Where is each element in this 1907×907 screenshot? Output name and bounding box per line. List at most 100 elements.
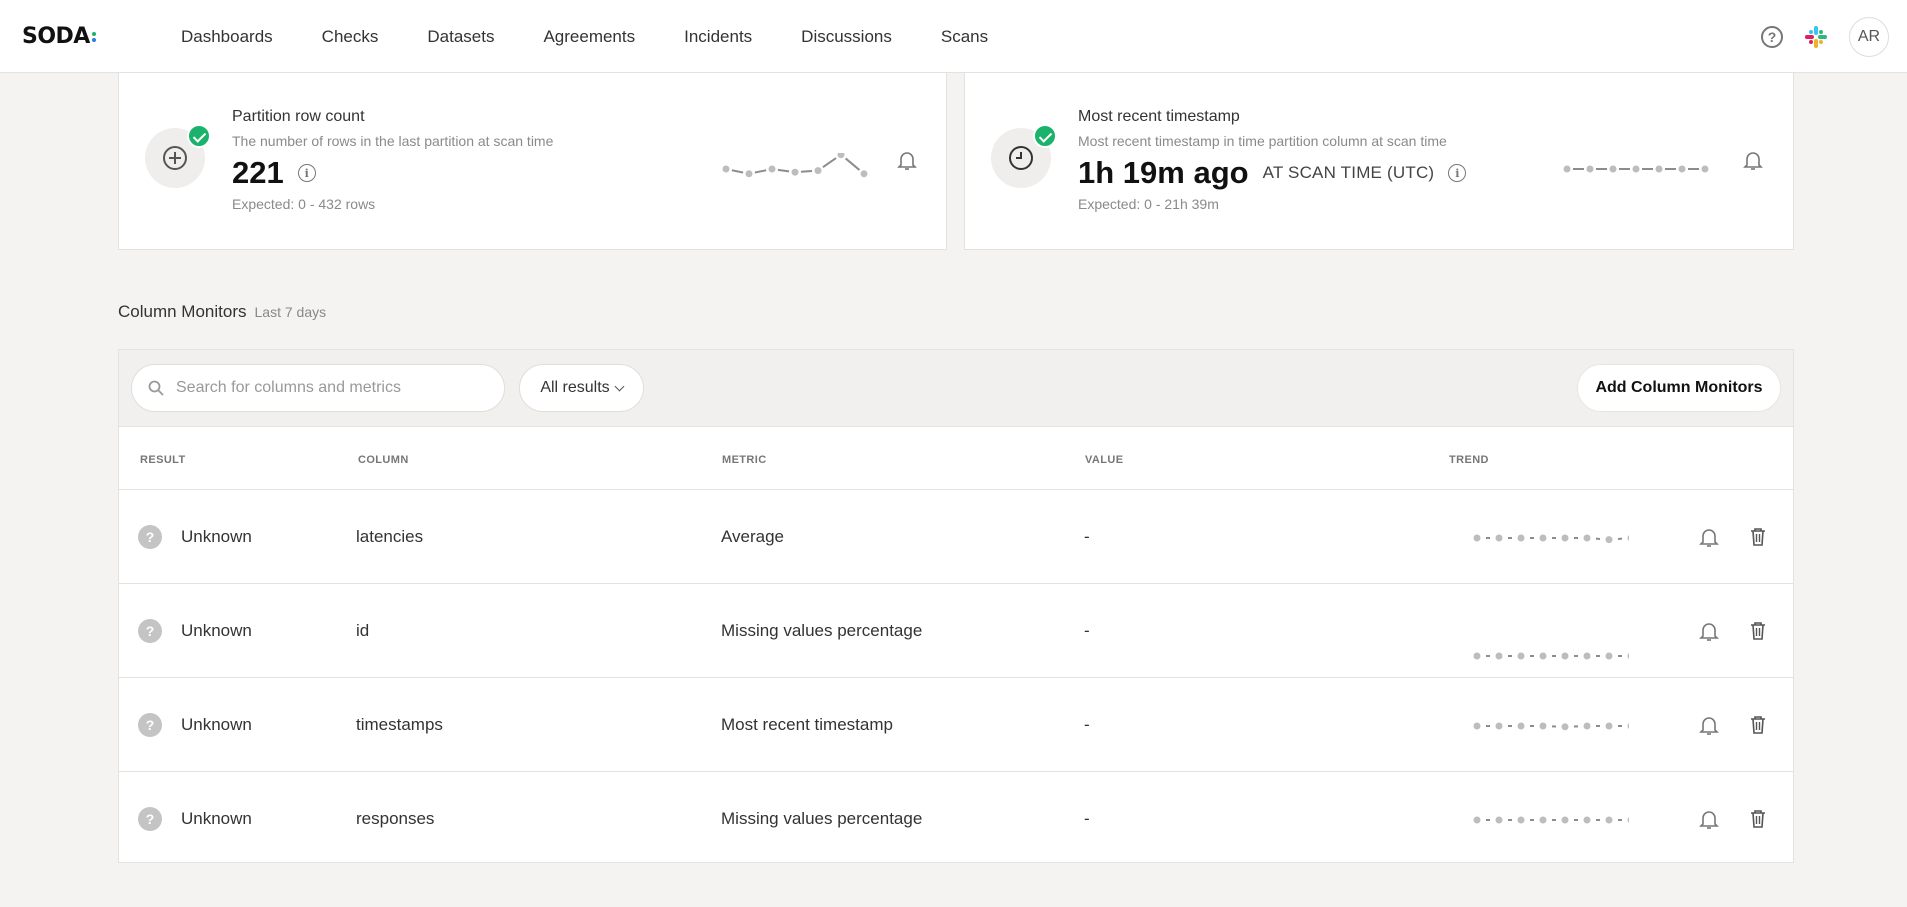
results-filter-dropdown[interactable]: All results xyxy=(519,364,644,412)
bell-icon[interactable] xyxy=(1697,525,1721,549)
trend-point xyxy=(791,168,799,176)
bell-icon[interactable] xyxy=(895,148,919,172)
trend-sparkline xyxy=(1473,722,1629,731)
nav-dashboards[interactable]: Dashboards xyxy=(181,27,273,47)
trend-point xyxy=(1517,652,1525,660)
trend-point xyxy=(1561,534,1569,542)
bell-icon[interactable] xyxy=(1697,713,1721,737)
row-result: Unknown xyxy=(181,715,252,734)
top-navigation-bar: SODA Dashboards Checks Datasets Agreemen… xyxy=(0,0,1907,73)
trend-point xyxy=(722,165,730,173)
trend-point xyxy=(1539,816,1547,824)
column-monitors-heading: Column Monitors Last 7 days xyxy=(118,302,326,322)
trend-sparkline xyxy=(1473,652,1629,660)
trend-point xyxy=(1517,722,1525,730)
search-input[interactable] xyxy=(176,379,476,397)
info-icon[interactable]: i xyxy=(297,164,316,182)
help-circle-icon[interactable]: ? xyxy=(1761,26,1783,48)
search-box[interactable] xyxy=(131,364,505,412)
main-nav: Dashboards Checks Datasets Agreements In… xyxy=(181,0,1037,73)
add-column-monitors-button[interactable]: Add Column Monitors xyxy=(1577,364,1781,412)
card-description: The number of rows in the last partition… xyxy=(232,133,554,149)
trend-point xyxy=(1583,722,1591,730)
trend-point xyxy=(1473,652,1481,660)
table-row[interactable]: ? Unknown responses Missing values percenta… xyxy=(119,772,1793,866)
trend-point xyxy=(1627,817,1629,823)
trend-point xyxy=(1495,652,1503,660)
header-metric: METRIC xyxy=(722,454,767,466)
bell-icon[interactable] xyxy=(1697,807,1721,831)
trend-segment xyxy=(754,169,767,174)
table-row[interactable]: ? Unknown latencies Average - xyxy=(119,490,1793,584)
search-icon xyxy=(148,380,164,396)
trend-point xyxy=(1605,652,1613,660)
trend-point xyxy=(1473,722,1481,730)
nav-scans[interactable]: Scans xyxy=(941,27,988,47)
nav-datasets[interactable]: Datasets xyxy=(427,27,494,47)
row-result: Unknown xyxy=(181,809,252,828)
trend-point xyxy=(1627,535,1629,541)
nav-checks[interactable]: Checks xyxy=(322,27,379,47)
nav-discussions[interactable]: Discussions xyxy=(801,27,892,47)
trend-sparkline xyxy=(1563,165,1709,173)
header-column: COLUMN xyxy=(358,454,409,466)
table-row[interactable]: ? Unknown timestamps Most recent timestamp - xyxy=(119,678,1793,772)
slack-icon[interactable] xyxy=(1805,26,1827,48)
card-value-number: 1h 19m ago xyxy=(1078,155,1249,190)
trend-point xyxy=(1583,534,1591,542)
nav-agreements[interactable]: Agreements xyxy=(543,27,635,47)
card-value: 221 i xyxy=(232,155,316,191)
unknown-status-icon: ? xyxy=(138,619,162,643)
trend-point xyxy=(1583,652,1591,660)
trend-point xyxy=(1561,723,1569,731)
trend-point xyxy=(1609,165,1617,173)
trend-point xyxy=(860,170,868,178)
status-check-icon xyxy=(187,124,211,148)
trend-point xyxy=(1561,816,1569,824)
header-actions: ? AR xyxy=(1761,17,1889,57)
trend-point xyxy=(745,170,753,178)
user-avatar[interactable]: AR xyxy=(1849,17,1889,57)
soda-logo[interactable]: SODA xyxy=(22,24,96,49)
card-title: Most recent timestamp xyxy=(1078,108,1240,125)
header-trend: TREND xyxy=(1449,454,1489,466)
row-value: - xyxy=(1084,809,1090,828)
trend-segment xyxy=(800,170,813,173)
trend-point xyxy=(1495,722,1503,730)
trend-point xyxy=(1561,652,1569,660)
row-column: latencies xyxy=(356,527,424,546)
trend-point xyxy=(837,153,845,159)
trend-point xyxy=(1583,816,1591,824)
row-value: - xyxy=(1084,527,1090,546)
trend-point xyxy=(1473,816,1481,824)
bell-icon[interactable] xyxy=(1697,619,1721,643)
info-icon[interactable]: i xyxy=(1448,164,1467,182)
trash-icon[interactable] xyxy=(1749,809,1767,829)
card-value: 1h 19m ago AT SCAN TIME (UTC) i xyxy=(1078,155,1467,191)
trend-point xyxy=(1655,165,1663,173)
trash-icon[interactable] xyxy=(1749,715,1767,735)
trend-point xyxy=(1495,816,1503,824)
trash-icon[interactable] xyxy=(1749,527,1767,547)
column-monitors-table: All results Add Column Monitors RESULT C… xyxy=(118,349,1794,863)
trend-point xyxy=(1627,653,1629,659)
trend-point xyxy=(1473,534,1481,542)
unknown-status-icon: ? xyxy=(138,525,162,549)
trash-icon[interactable] xyxy=(1749,621,1767,641)
trend-segment xyxy=(731,169,744,174)
card-expected: Expected: 0 - 21h 39m xyxy=(1078,196,1219,212)
section-subtitle: Last 7 days xyxy=(254,304,327,320)
card-value-unit: AT SCAN TIME (UTC) xyxy=(1262,163,1435,182)
trend-point xyxy=(1586,165,1594,173)
bell-icon[interactable] xyxy=(1741,148,1765,172)
plus-circle-icon xyxy=(145,124,211,188)
row-value: - xyxy=(1084,715,1090,734)
trend-point xyxy=(1563,165,1571,173)
table-header: RESULT COLUMN METRIC VALUE TREND xyxy=(119,427,1793,490)
nav-incidents[interactable]: Incidents xyxy=(684,27,752,47)
trend-sparkline xyxy=(1473,816,1629,824)
trend-point xyxy=(1539,722,1547,730)
table-row[interactable]: ? Unknown id Missing values percentage - xyxy=(119,584,1793,678)
trend-sparkline xyxy=(1473,534,1629,544)
trend-point xyxy=(1678,165,1686,173)
